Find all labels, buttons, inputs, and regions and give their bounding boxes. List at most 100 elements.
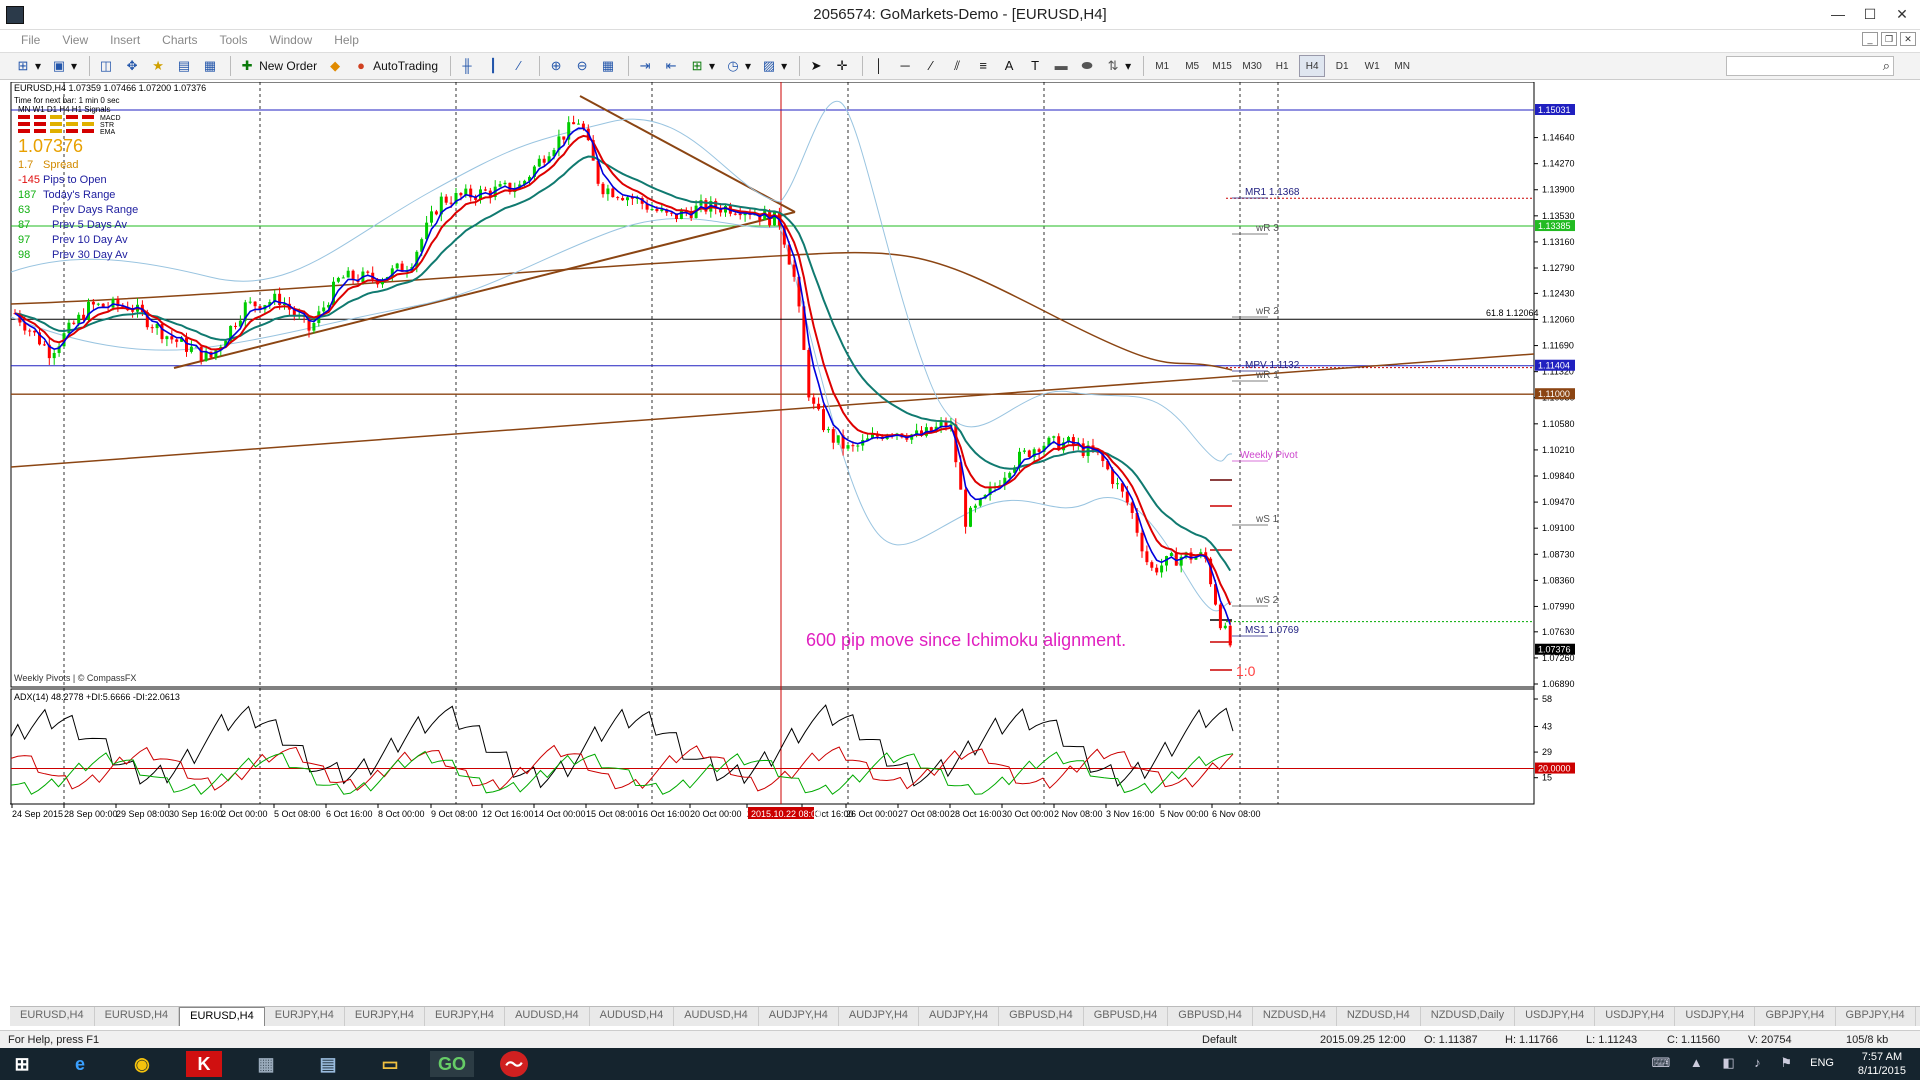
cursor-button[interactable]: ➤ xyxy=(805,55,827,77)
chart-tab[interactable]: AUDJPY,H4 xyxy=(759,1007,839,1026)
chart-tab[interactable]: AUDJPY,H4 xyxy=(839,1007,920,1026)
market-watch-button[interactable]: ◫ xyxy=(95,55,117,77)
tester-button[interactable]: ▦ xyxy=(199,55,221,77)
menu-view[interactable]: View xyxy=(51,33,99,47)
text-button[interactable]: A xyxy=(998,55,1020,77)
chart-tab[interactable]: EURJPY,H4 xyxy=(425,1007,506,1026)
line-chart-button[interactable]: ∕ xyxy=(508,55,530,77)
tf-h4[interactable]: H4 xyxy=(1299,55,1326,77)
chart-tab[interactable]: GBPUSD,H4 xyxy=(1168,1007,1253,1026)
periods-button[interactable]: ◷ ▾ xyxy=(722,55,754,77)
chart-tab[interactable]: NZDUSD,H4 xyxy=(1253,1007,1337,1026)
adx-line xyxy=(10,704,1234,789)
language-indicator[interactable]: ENG xyxy=(1810,1057,1834,1069)
tf-m15[interactable]: M15 xyxy=(1209,55,1235,77)
ie-icon[interactable]: e xyxy=(58,1051,102,1077)
kaspersky-icon[interactable]: K xyxy=(186,1051,222,1077)
chart-tab[interactable]: AUDJPY,H4 xyxy=(919,1007,1000,1026)
arrows-button[interactable]: ⇅ ▾ xyxy=(1102,55,1134,77)
child-restore-icon[interactable]: ❐ xyxy=(1881,32,1897,46)
child-close-icon[interactable]: ✕ xyxy=(1900,32,1916,46)
navigator-button[interactable]: ★ xyxy=(147,55,169,77)
tf-m1[interactable]: M1 xyxy=(1149,55,1175,77)
bar-chart-button[interactable]: ╫ xyxy=(456,55,478,77)
chart-window[interactable]: 1.14640 1.14270 1.13900 1.13530 1.13160 1.127… xyxy=(10,81,1920,992)
chart-tab[interactable]: GBPJPY,H4 xyxy=(1836,1007,1916,1026)
rectangle-button[interactable]: ▬ xyxy=(1050,55,1072,77)
current-price-text: 1.07376 xyxy=(1538,645,1571,655)
tf-m5[interactable]: M5 xyxy=(1179,55,1205,77)
child-minimize-icon[interactable]: _ xyxy=(1862,32,1878,46)
new-chart-button[interactable]: ⊞ ▾ xyxy=(12,55,44,77)
tf-m30[interactable]: M30 xyxy=(1239,55,1265,77)
profiles-button[interactable]: ▣ ▾ xyxy=(48,55,80,77)
clock[interactable]: 7:57 AM 8/11/2015 xyxy=(1858,1050,1906,1078)
new-order-button[interactable]: ✚ New Order xyxy=(236,55,320,77)
text-label-button[interactable]: T xyxy=(1024,55,1046,77)
data-window-button[interactable]: ✥ xyxy=(121,55,143,77)
chart-tab[interactable]: GBPUSD,H4 xyxy=(1084,1007,1169,1026)
zoom-out-button[interactable]: ⊖ xyxy=(571,55,593,77)
chart-tab[interactable]: GBPJPY,H4 xyxy=(1916,1007,1920,1026)
vertical-line-button[interactable]: │ xyxy=(868,55,890,77)
horizontal-line-button[interactable]: ─ xyxy=(894,55,916,77)
price-tick-label: 1.12060 xyxy=(1542,314,1575,324)
chart-tab[interactable]: AUDUSD,H4 xyxy=(505,1007,590,1026)
crosshair-time-text: 2015.10.22 08:00 xyxy=(751,809,821,819)
chart-tab[interactable]: AUDUSD,H4 xyxy=(674,1007,759,1026)
menu-help[interactable]: Help xyxy=(323,33,370,47)
autoscroll-button[interactable]: ⇥ xyxy=(634,55,656,77)
start-icon[interactable]: ⊞ xyxy=(0,1051,44,1077)
chart-tab[interactable]: AUDUSD,H4 xyxy=(590,1007,675,1026)
indicators-button[interactable]: ⊞ ▾ xyxy=(686,55,718,77)
tf-w1[interactable]: W1 xyxy=(1359,55,1385,77)
channel-button[interactable]: ⫽ xyxy=(946,55,968,77)
network-icon[interactable]: ▦ xyxy=(244,1051,288,1077)
menu-tools[interactable]: Tools xyxy=(209,33,259,47)
menu-window[interactable]: Window xyxy=(259,33,324,47)
chart-tab[interactable]: EURUSD,H4 xyxy=(10,1007,95,1026)
chart-tab[interactable]: NZDUSD,Daily xyxy=(1421,1007,1516,1026)
minimize-button[interactable]: — xyxy=(1826,4,1850,24)
chart-tab[interactable]: EURJPY,H4 xyxy=(265,1007,345,1026)
ellipse-button[interactable]: ⬬ xyxy=(1076,55,1098,77)
tile-windows-button[interactable]: ▦ xyxy=(597,55,619,77)
chart-tab[interactable]: EURJPY,H4 xyxy=(345,1007,425,1026)
menu-charts[interactable]: Charts xyxy=(151,33,208,47)
templates-button[interactable]: ▨ ▾ xyxy=(758,55,790,77)
close-button[interactable]: ✕ xyxy=(1890,4,1914,24)
search-icon[interactable]: ⌕ xyxy=(1883,58,1890,74)
tf-d1[interactable]: D1 xyxy=(1329,55,1355,77)
zoom-in-button[interactable]: ⊕ xyxy=(545,55,567,77)
gomarkets-icon[interactable]: GO xyxy=(430,1051,474,1077)
trendline-button[interactable]: ∕ xyxy=(920,55,942,77)
chart-tab[interactable]: USDJPY,H4 xyxy=(1675,1007,1756,1026)
chart-tab[interactable]: USDJPY,H4 xyxy=(1595,1007,1676,1026)
tf-mn[interactable]: MN xyxy=(1389,55,1415,77)
explorer-icon[interactable]: ▭ xyxy=(368,1051,412,1077)
menu-insert[interactable]: Insert xyxy=(99,33,151,47)
metaeditor-button[interactable]: ◆ xyxy=(324,55,346,77)
tf-h1[interactable]: H1 xyxy=(1269,55,1295,77)
chart-tab[interactable]: GBPJPY,H4 xyxy=(1755,1007,1836,1026)
chart-shift-button[interactable]: ⇤ xyxy=(660,55,682,77)
tray-icons[interactable]: ⌨ ▲ ◧ ♪ ⚑ xyxy=(1651,1055,1800,1071)
crosshair-button[interactable]: ✛ xyxy=(831,55,853,77)
autotrading-button[interactable]: ● AutoTrading xyxy=(350,55,441,77)
chart-tab[interactable]: USDJPY,H4 xyxy=(1515,1007,1596,1026)
candle-chart-button[interactable]: ┃ xyxy=(482,55,504,77)
candle-body xyxy=(189,346,193,352)
menu-file[interactable]: File xyxy=(10,33,51,47)
chrome-icon[interactable]: ◉ xyxy=(120,1051,164,1077)
search-input[interactable] xyxy=(1726,56,1894,76)
chart-tab[interactable]: EURUSD,H4 xyxy=(95,1007,180,1026)
price-chart[interactable]: 1.14640 1.14270 1.13900 1.13530 1.13160 1.127… xyxy=(10,81,1920,992)
maximize-button[interactable]: ☐ xyxy=(1858,4,1882,24)
chart-tab[interactable]: EURUSD,H4 xyxy=(179,1007,265,1026)
chart-tab[interactable]: GBPUSD,H4 xyxy=(999,1007,1084,1026)
fibonacci-button[interactable]: ≡ xyxy=(972,55,994,77)
terminal-button[interactable]: ▤ xyxy=(173,55,195,77)
calculator-icon[interactable]: ▤ xyxy=(306,1051,350,1077)
trading-app-icon[interactable]: 〜 xyxy=(500,1051,528,1077)
chart-tab[interactable]: NZDUSD,H4 xyxy=(1337,1007,1421,1026)
